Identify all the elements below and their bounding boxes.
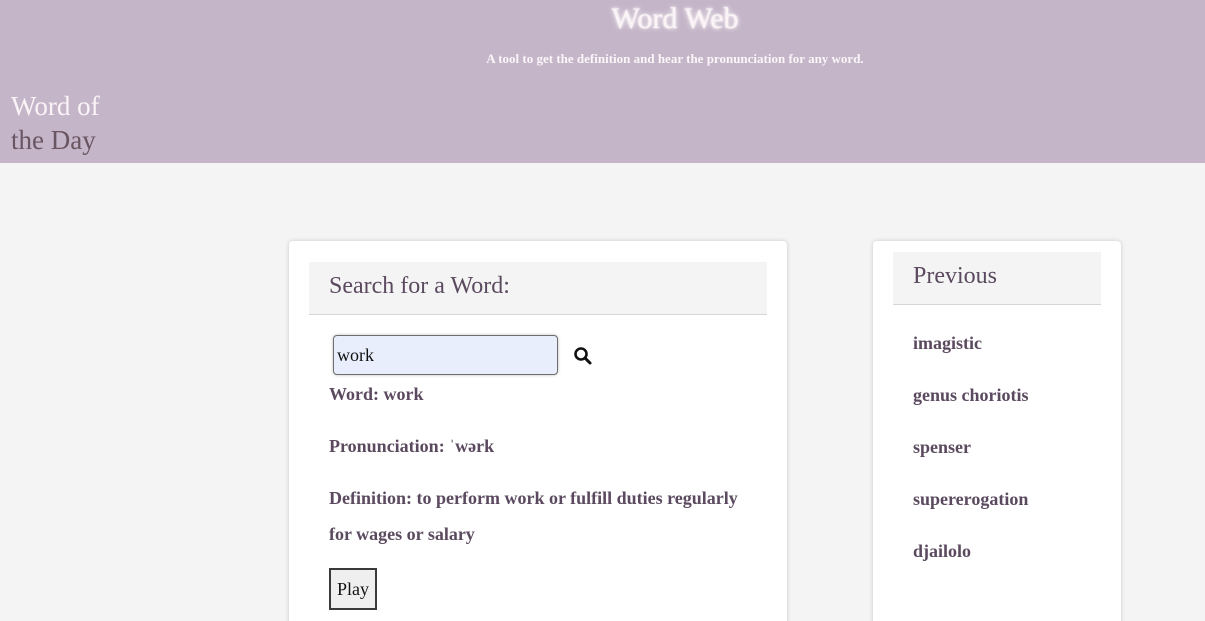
search-icon[interactable]: [573, 346, 593, 366]
site-title: Word Web: [611, 2, 739, 35]
previous-card-heading: Previous: [893, 252, 1101, 305]
site-header: Word Web A tool to get the definition an…: [0, 0, 1205, 163]
previous-item[interactable]: spenser: [913, 429, 1029, 481]
previous-list: imagistic genus choriotis spenser supere…: [913, 325, 1029, 585]
search-card: Search for a Word: Word: work Pronunciat…: [289, 241, 787, 621]
word-of-the-day-line1: Word of: [11, 91, 100, 121]
search-input[interactable]: [333, 335, 558, 375]
site-subtitle: A tool to get the definition and hear th…: [486, 51, 864, 66]
result-definition: Definition: to perform work or fulfill d…: [329, 488, 738, 544]
search-card-heading: Search for a Word:: [309, 262, 767, 315]
play-button[interactable]: Play: [329, 568, 377, 610]
previous-item[interactable]: genus choriotis: [913, 377, 1029, 429]
previous-item[interactable]: supererogation: [913, 481, 1029, 533]
previous-item[interactable]: imagistic: [913, 325, 1029, 377]
word-of-the-day-line2: the Day: [11, 125, 96, 155]
result-word: Word: work: [329, 384, 424, 404]
previous-item[interactable]: djailolo: [913, 533, 1029, 585]
previous-card: Previous imagistic genus choriotis spens…: [873, 241, 1121, 621]
result-pronunciation: Pronunciation: ˈwərk: [329, 436, 495, 456]
word-of-the-day-link[interactable]: Word of the Day: [11, 89, 100, 157]
